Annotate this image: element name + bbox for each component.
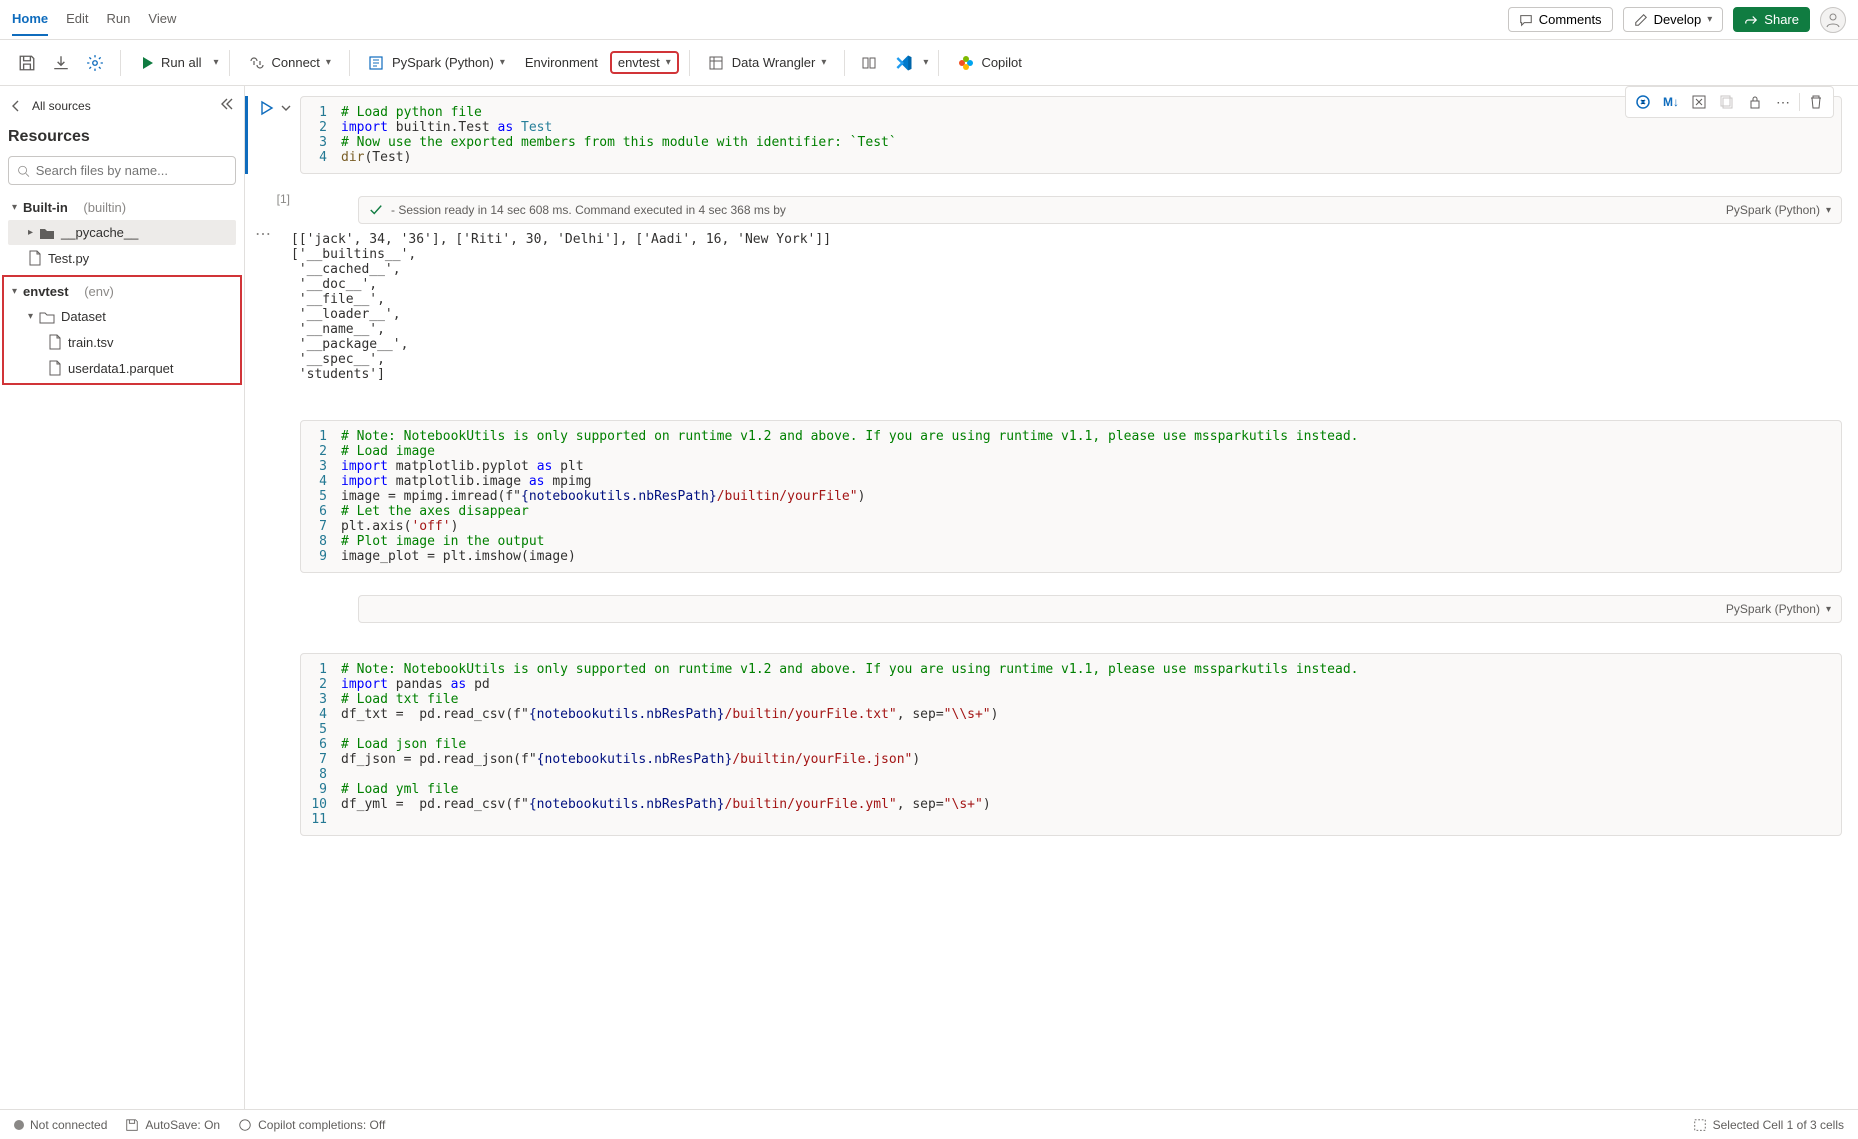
- run-all-chevron-icon[interactable]: ▾: [213, 57, 218, 68]
- code-cell-2: 1# Note: NotebookUtils is only supported…: [245, 420, 1842, 573]
- cell-lang-chevron-icon[interactable]: ▾: [1826, 604, 1831, 615]
- environment-selector[interactable]: envtest ▾: [610, 51, 679, 74]
- autosave-status[interactable]: AutoSave: On: [125, 1118, 220, 1132]
- all-sources-link[interactable]: All sources: [32, 99, 91, 113]
- tree-dataset[interactable]: ▾ Dataset: [8, 304, 236, 329]
- play-icon: [139, 55, 155, 71]
- cell-status-bar: - Session ready in 14 sec 608 ms. Comman…: [358, 196, 1842, 224]
- output-collapse-icon[interactable]: ⋯: [245, 224, 281, 390]
- tree-userdata-parquet[interactable]: userdata1.parquet: [8, 355, 236, 381]
- tree-envtest[interactable]: ▾ envtest (env): [8, 279, 236, 304]
- convert-markdown-button[interactable]: M↓: [1659, 90, 1683, 114]
- tab-run[interactable]: Run: [107, 3, 131, 36]
- cell-status-bar: PySpark (Python) ▾: [358, 595, 1842, 623]
- tab-edit[interactable]: Edit: [66, 3, 88, 36]
- check-icon: [369, 203, 383, 217]
- freeze-icon[interactable]: [855, 48, 885, 78]
- cell-active-indicator: [245, 96, 248, 174]
- folder-icon: [39, 226, 55, 240]
- share-button[interactable]: Share: [1733, 7, 1810, 32]
- code-editor[interactable]: 1# Note: NotebookUtils is only supported…: [300, 420, 1842, 573]
- code-editor[interactable]: 1# Note: NotebookUtils is only supported…: [300, 653, 1842, 836]
- file-icon: [28, 250, 42, 266]
- back-arrow-icon[interactable]: [8, 98, 24, 114]
- comment-icon: [1519, 13, 1533, 27]
- person-icon: [1825, 12, 1841, 28]
- tree-train-tsv[interactable]: train.tsv: [8, 329, 236, 355]
- settings-icon[interactable]: [80, 48, 110, 78]
- develop-button[interactable]: Develop ▾: [1623, 7, 1724, 32]
- notebook-area: M↓ ⋯ 1# Load python file 2import builtin…: [245, 86, 1858, 1109]
- lock-cell-icon[interactable]: [1743, 90, 1767, 114]
- search-input-wrapper[interactable]: [8, 156, 236, 185]
- environment-label[interactable]: Environment: [517, 51, 606, 74]
- code-editor[interactable]: 1# Load python file 2import builtin.Test…: [300, 96, 1842, 174]
- copy-cell-icon[interactable]: [1715, 90, 1739, 114]
- copilot-cell-icon[interactable]: [1631, 90, 1655, 114]
- delete-cell-icon[interactable]: [1804, 90, 1828, 114]
- sidebar: All sources Resources ▾ Built-in (builti…: [0, 86, 245, 1109]
- copilot-icon: [957, 54, 975, 72]
- code-cell-1: 1# Load python file 2import builtin.Test…: [245, 96, 1842, 174]
- code-cell-3: 1# Note: NotebookUtils is only supported…: [245, 653, 1842, 836]
- run-cell-chevron-icon[interactable]: [280, 102, 292, 114]
- download-icon[interactable]: [46, 48, 76, 78]
- resources-title: Resources: [8, 124, 236, 156]
- user-avatar[interactable]: [1820, 7, 1846, 33]
- tab-home[interactable]: Home: [12, 3, 48, 36]
- selection-icon: [1693, 1118, 1707, 1132]
- run-all-button[interactable]: Run all: [131, 51, 209, 75]
- share-icon: [1744, 13, 1758, 27]
- search-input[interactable]: [36, 163, 227, 178]
- file-icon: [48, 334, 62, 350]
- status-dot-icon: [14, 1120, 24, 1130]
- exec-count: [1]: [245, 192, 300, 224]
- collapse-sidebar-icon[interactable]: [218, 96, 234, 115]
- status-bar: Not connected AutoSave: On Copilot compl…: [0, 1109, 1858, 1139]
- vscode-icon[interactable]: [889, 48, 919, 78]
- toolbar: Run all ▾ Connect ▾ PySpark (Python) ▾ E…: [0, 40, 1858, 86]
- connection-status[interactable]: Not connected: [14, 1118, 107, 1132]
- connect-button[interactable]: Connect ▾: [240, 51, 339, 75]
- tree-pycache[interactable]: ▸ __pycache__: [8, 220, 236, 245]
- ribbon-tabs: Home Edit Run View Comments Develop ▾ Sh…: [0, 0, 1858, 40]
- file-icon: [48, 360, 62, 376]
- save-icon[interactable]: [12, 48, 42, 78]
- data-wrangler-button[interactable]: Data Wrangler ▾: [700, 51, 835, 75]
- cell-action-bar: M↓ ⋯: [1625, 86, 1834, 118]
- search-icon: [17, 164, 30, 178]
- notebook-icon: [368, 55, 386, 71]
- tree-builtin[interactable]: ▾ Built-in (builtin): [8, 195, 236, 220]
- cell-lang-chevron-icon[interactable]: ▾: [1826, 205, 1831, 216]
- tab-view[interactable]: View: [148, 3, 176, 36]
- copilot-button[interactable]: Copilot: [949, 50, 1029, 76]
- tree-testpy[interactable]: Test.py: [8, 245, 236, 271]
- clear-output-icon[interactable]: [1687, 90, 1711, 114]
- wrangler-icon: [708, 55, 726, 71]
- pencil-icon: [1634, 13, 1648, 27]
- save-small-icon: [125, 1118, 139, 1132]
- cell-output: [['jack', 34, '36'], ['Riti', 30, 'Delhi…: [281, 224, 841, 390]
- comments-button[interactable]: Comments: [1508, 7, 1613, 32]
- vscode-chevron-icon[interactable]: ▾: [923, 57, 928, 68]
- connect-icon: [248, 55, 266, 71]
- folder-open-icon: [39, 310, 55, 324]
- selection-status: Selected Cell 1 of 3 cells: [1693, 1118, 1844, 1132]
- language-selector[interactable]: PySpark (Python) ▾: [360, 51, 513, 75]
- run-cell-icon[interactable]: [258, 100, 274, 116]
- more-cell-icon[interactable]: ⋯: [1771, 90, 1795, 114]
- copilot-small-icon: [238, 1118, 252, 1132]
- copilot-status[interactable]: Copilot completions: Off: [238, 1118, 385, 1132]
